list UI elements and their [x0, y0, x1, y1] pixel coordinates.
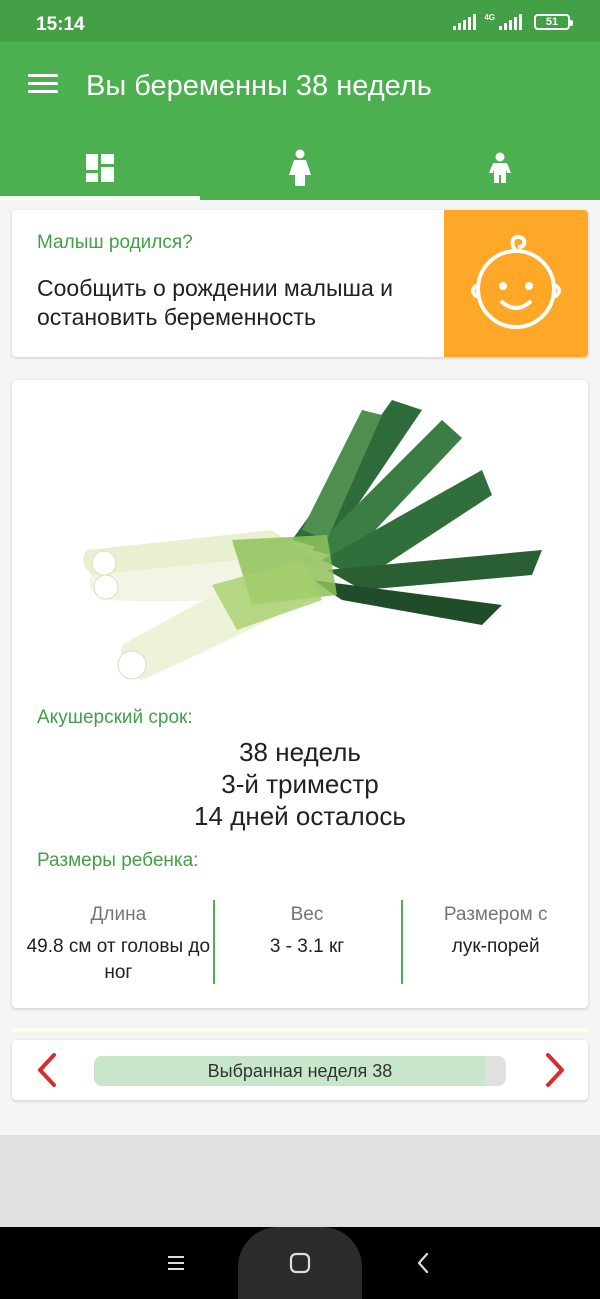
empty-area	[0, 1135, 600, 1227]
term-summary: 38 недель 3-й триместр 14 дней осталось	[12, 736, 588, 832]
signal-icon-2	[499, 14, 522, 30]
trimester-value: 3-й триместр	[221, 769, 379, 799]
dashboard-icon	[86, 154, 114, 182]
baby-face-box	[444, 210, 588, 357]
divider-strip	[12, 1028, 588, 1032]
tab-dashboard[interactable]	[0, 136, 200, 200]
tab-bar	[0, 136, 600, 200]
baby-size-table: Длина 49.8 см от головы до ног Вес 3 - 3…	[24, 900, 588, 984]
weeks-value: 38 недель	[239, 737, 361, 767]
week-progress-bar[interactable]: Выбранная неделя 38	[94, 1056, 506, 1086]
previous-week-button[interactable]	[32, 1052, 64, 1088]
baby-size-label: Размеры ребенка:	[37, 850, 199, 871]
system-nav-bar	[0, 1227, 600, 1299]
baby-born-title: Малыш родился?	[37, 232, 193, 253]
home-icon[interactable]	[286, 1249, 314, 1277]
status-time: 15:14	[36, 14, 85, 35]
page-title: Вы беременны 38 недель	[86, 70, 432, 102]
app-bar: Вы беременны 38 недель	[0, 42, 600, 200]
size-length: Длина 49.8 см от головы до ног	[24, 900, 213, 984]
status-icons: 4G 51	[453, 13, 573, 30]
baby-born-card[interactable]: Малыш родился? Сообщить о рождении малыш…	[12, 210, 588, 357]
week-selector: Выбранная неделя 38	[12, 1040, 588, 1100]
selected-week-label: Выбранная неделя 38	[207, 1061, 393, 1081]
obstetric-term-label: Акушерский срок:	[37, 707, 193, 728]
size-weight-value: 3 - 3.1 кг	[269, 936, 345, 957]
back-icon[interactable]	[410, 1249, 438, 1277]
status-bar: 15:14 4G 51	[0, 0, 600, 42]
signal-icon	[453, 14, 477, 30]
size-weight: Вес 3 - 3.1 кг	[212, 900, 402, 984]
tab-child[interactable]	[400, 136, 600, 200]
network-type: 4G	[484, 13, 495, 22]
tab-mother[interactable]	[200, 136, 400, 200]
leek-image	[83, 400, 542, 680]
days-left-value: 14 дней осталось	[194, 801, 406, 831]
week-info-card: Акушерский срок: 38 недель 3-й триместр …	[12, 380, 588, 1008]
baby-face-icon	[471, 234, 561, 329]
size-comparison-head: Размером с	[443, 904, 548, 925]
baby-born-text: Сообщить о рождении малыша и остановить …	[37, 275, 393, 330]
recents-icon[interactable]	[162, 1249, 190, 1277]
size-length-value: 49.8 см от головы до ног	[26, 936, 211, 983]
battery-icon: 51	[534, 14, 573, 30]
size-weight-head: Вес	[290, 904, 324, 925]
woman-icon	[289, 149, 311, 186]
next-week-button[interactable]	[538, 1052, 570, 1088]
size-comparison: Размером с лук-порей	[401, 900, 588, 984]
size-comparison-value: лук-порей	[451, 936, 540, 957]
size-length-head: Длина	[90, 904, 147, 925]
child-icon	[489, 152, 511, 183]
menu-button[interactable]	[28, 74, 58, 98]
